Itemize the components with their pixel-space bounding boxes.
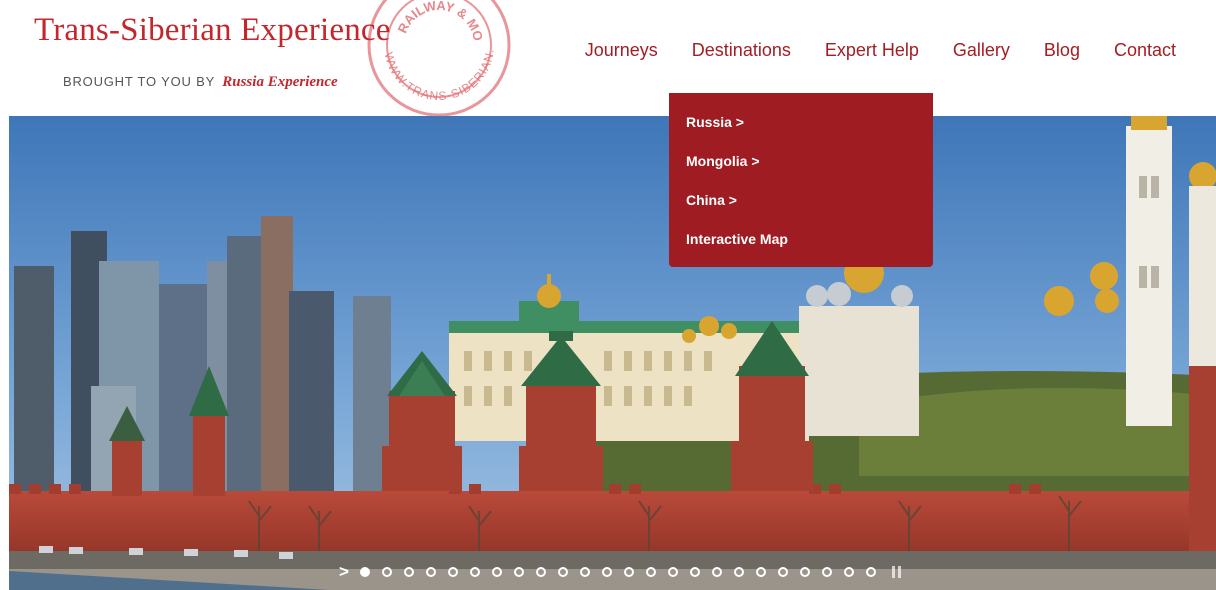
slider-dot[interactable] — [514, 567, 524, 577]
slider-dot[interactable] — [712, 567, 722, 577]
slider-dot[interactable] — [470, 567, 480, 577]
slider-controls: > — [334, 562, 902, 582]
slider-dot[interactable] — [778, 567, 788, 577]
slider-dot[interactable] — [668, 567, 678, 577]
dropdown-item-china[interactable]: China > — [669, 185, 933, 224]
slider-dot[interactable] — [602, 567, 612, 577]
slider-dot[interactable] — [646, 567, 656, 577]
dropdown-item-interactive-map[interactable]: Interactive Map — [669, 224, 933, 263]
slider-dot[interactable] — [580, 567, 590, 577]
slider-dot[interactable] — [448, 567, 458, 577]
logo-subtitle-text: BROUGHT TO YOU BY — [63, 74, 215, 89]
logo-subtitle-brand: Russia Experience — [222, 74, 338, 90]
nav-destinations[interactable]: Destinations — [675, 40, 808, 61]
slider-dot[interactable] — [756, 567, 766, 577]
hero-slider-image — [9, 116, 1216, 590]
slider-dot[interactable] — [844, 567, 854, 577]
nav-gallery[interactable]: Gallery — [936, 40, 1027, 61]
slider-dot[interactable] — [558, 567, 568, 577]
slider-dot[interactable] — [624, 567, 634, 577]
slider-dot[interactable] — [866, 567, 876, 577]
slider-dot[interactable] — [734, 567, 744, 577]
slider-dot[interactable] — [426, 567, 436, 577]
slider-dot[interactable] — [492, 567, 502, 577]
destinations-dropdown: Russia > Mongolia > China > Interactive … — [669, 93, 933, 267]
logo-subtitle: BROUGHT TO YOU BY Russia Experience — [63, 74, 338, 91]
nav-contact[interactable]: Contact — [1097, 40, 1176, 61]
slider-dot[interactable] — [690, 567, 700, 577]
slider-dot[interactable] — [800, 567, 810, 577]
slider-next-arrow[interactable]: > — [334, 562, 354, 582]
slider-dot[interactable] — [404, 567, 414, 577]
site-header: WWW.TRANS-SIBERIAN.CO.UK RAILWAY & MORE … — [0, 0, 1216, 117]
slider-pause-icon[interactable] — [892, 566, 902, 578]
nav-expert-help[interactable]: Expert Help — [808, 40, 936, 61]
slider-dot[interactable] — [382, 567, 392, 577]
site-logo[interactable]: WWW.TRANS-SIBERIAN.CO.UK RAILWAY & MORE … — [34, 0, 534, 117]
nav-blog[interactable]: Blog — [1027, 40, 1097, 61]
slider-dot[interactable] — [360, 567, 370, 577]
logo-title: Trans-Siberian Experience — [34, 12, 391, 48]
dropdown-item-russia[interactable]: Russia > — [669, 107, 933, 146]
nav-journeys[interactable]: Journeys — [568, 40, 675, 61]
hero-kremlin-illustration — [9, 116, 1216, 590]
slider-dot[interactable] — [536, 567, 546, 577]
slider-dots — [354, 567, 882, 577]
main-nav: Journeys Destinations Expert Help Galler… — [568, 40, 1176, 61]
slider-dot[interactable] — [822, 567, 832, 577]
dropdown-item-mongolia[interactable]: Mongolia > — [669, 146, 933, 185]
